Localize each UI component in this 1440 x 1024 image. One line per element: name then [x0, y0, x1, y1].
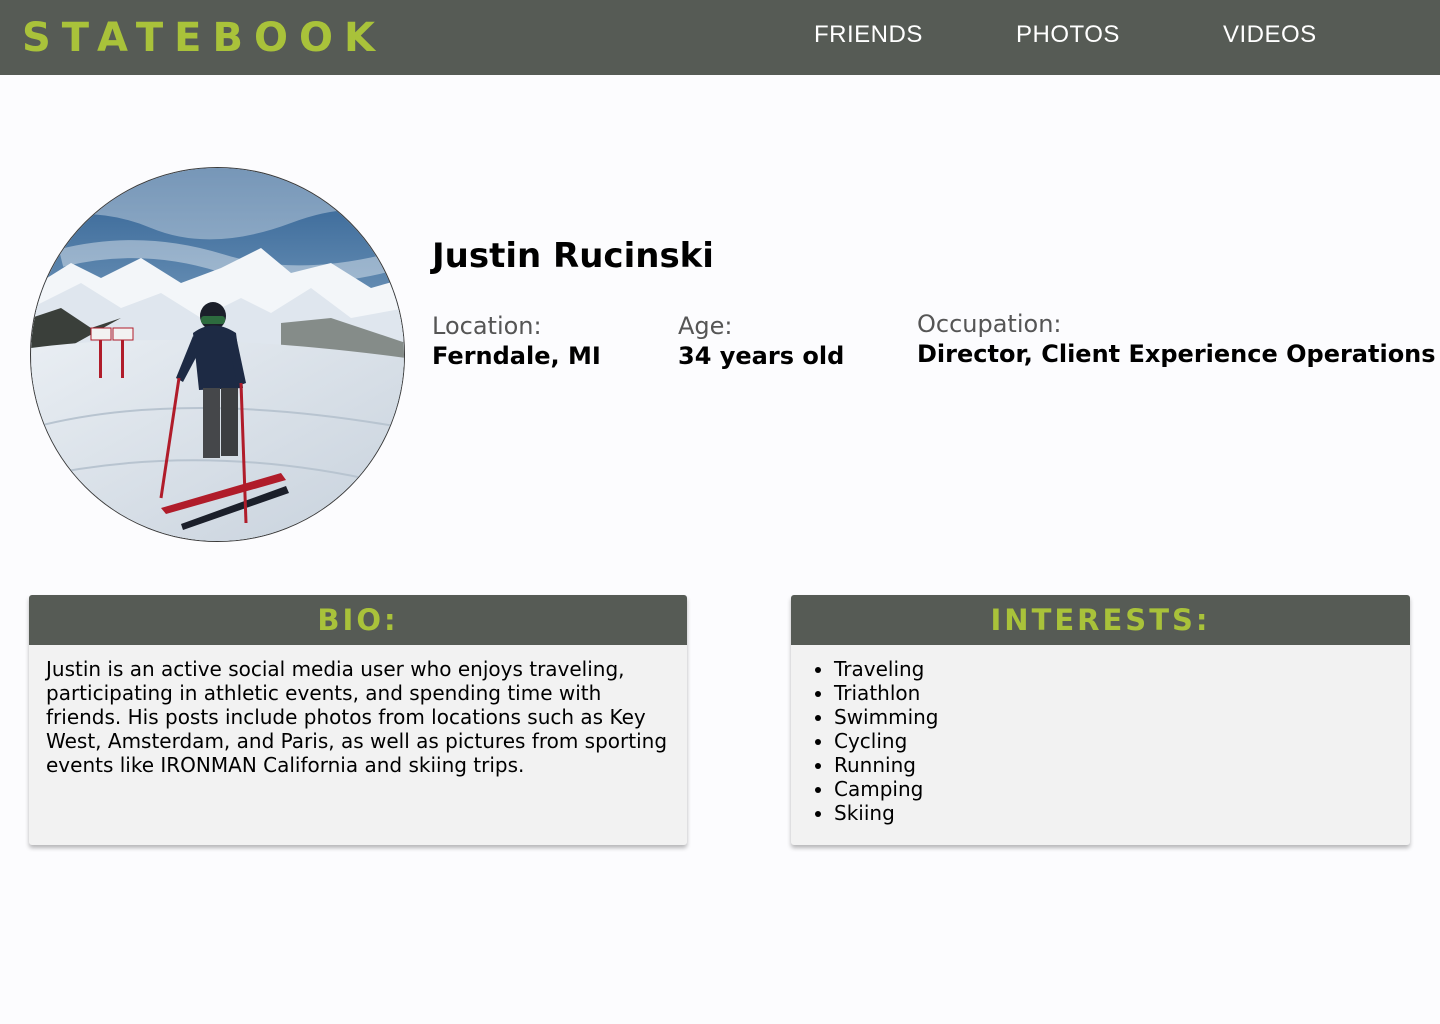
top-nav-bar: STATEBOOK FRIENDS PHOTOS VIDEOS	[0, 0, 1440, 75]
interest-item: Skiing	[834, 801, 1410, 825]
age-value: 34 years old	[678, 342, 845, 370]
location-label: Location:	[432, 312, 542, 340]
bio-text: Justin is an active social media user wh…	[46, 657, 668, 777]
profile-name: Justin Rucinski	[432, 236, 714, 276]
site-logo[interactable]: STATEBOOK	[22, 14, 386, 62]
interests-list: Traveling Triathlon Swimming Cycling Run…	[791, 645, 1410, 825]
bio-header: BIO:	[29, 595, 687, 645]
occupation-value: Director, Client Experience Operations	[917, 340, 1436, 368]
nav-videos-link[interactable]: VIDEOS	[1223, 20, 1317, 50]
profile-photo	[30, 167, 405, 542]
interest-item: Swimming	[834, 705, 1410, 729]
occupation-label: Occupation:	[917, 310, 1062, 338]
interests-header: INTERESTS:	[791, 595, 1410, 645]
interest-item: Traveling	[834, 657, 1410, 681]
nav-friends-link[interactable]: FRIENDS	[814, 20, 923, 50]
age-label: Age:	[678, 312, 733, 340]
interest-item: Camping	[834, 777, 1410, 801]
interest-item: Cycling	[834, 729, 1410, 753]
interest-item: Running	[834, 753, 1410, 777]
location-value: Ferndale, MI	[432, 342, 601, 370]
bio-card: BIO: Justin is an active social media us…	[29, 595, 687, 845]
interest-item: Triathlon	[834, 681, 1410, 705]
nav-photos-link[interactable]: PHOTOS	[1016, 20, 1120, 50]
skier-photo-icon	[31, 168, 404, 541]
interests-card: INTERESTS: Traveling Triathlon Swimming …	[791, 595, 1410, 845]
